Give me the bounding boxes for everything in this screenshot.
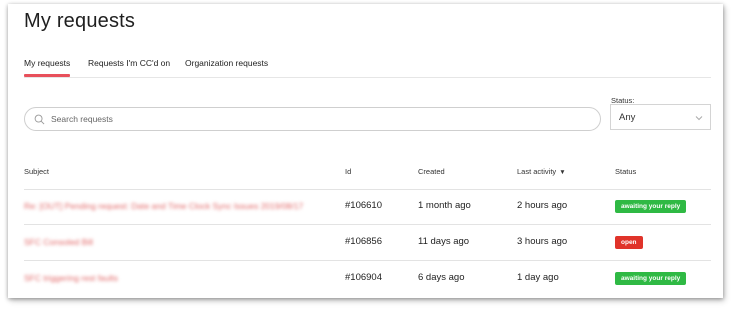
sort-desc-icon: ▼	[559, 169, 566, 176]
status-badge: open	[615, 236, 643, 249]
column-header-created[interactable]: Created	[418, 167, 445, 176]
table-row-divider	[24, 224, 711, 225]
tabs-divider	[24, 77, 711, 78]
status-badge: awaiting your reply	[615, 272, 687, 285]
request-id: #106856	[345, 236, 382, 247]
request-last-activity: 1 day ago	[517, 272, 559, 283]
column-header-last-activity-label: Last activity	[517, 167, 557, 176]
column-header-id[interactable]: Id	[345, 167, 351, 176]
status-badge: awaiting your reply	[615, 200, 687, 213]
request-id: #106904	[345, 272, 382, 283]
request-last-activity: 2 hours ago	[517, 200, 568, 211]
tab-my-requests[interactable]: My requests	[24, 58, 70, 68]
request-id: #106610	[345, 200, 382, 211]
column-header-last-activity[interactable]: Last activity ▼	[517, 167, 566, 176]
request-subject-link[interactable]: SFC triggering rest faults	[24, 273, 118, 283]
requests-card: My requests My requests Requests I'm CC'…	[8, 4, 723, 298]
tab-organization-requests[interactable]: Organization requests	[185, 58, 268, 68]
page-title: My requests	[24, 10, 136, 32]
request-created: 1 month ago	[418, 200, 471, 211]
chevron-down-icon	[695, 116, 703, 121]
request-subject-link[interactable]: Re: [OUT] Pending request: Date and Time…	[24, 201, 303, 211]
tab-cc-requests[interactable]: Requests I'm CC'd on	[88, 58, 170, 68]
request-created: 11 days ago	[418, 236, 470, 247]
status-filter-select[interactable]: Any	[610, 104, 711, 130]
search-input[interactable]	[51, 111, 591, 127]
column-header-status[interactable]: Status	[615, 167, 636, 176]
search-box[interactable]	[24, 107, 601, 131]
search-icon	[34, 114, 45, 125]
request-subject-link[interactable]: SFC Consoled Bill	[24, 237, 93, 247]
table-row-divider	[24, 260, 711, 261]
column-header-subject[interactable]: Subject	[24, 167, 49, 176]
request-last-activity: 3 hours ago	[517, 236, 568, 247]
status-filter-value: Any	[619, 112, 636, 123]
table-row-divider	[24, 189, 711, 190]
request-created: 6 days ago	[418, 272, 465, 283]
